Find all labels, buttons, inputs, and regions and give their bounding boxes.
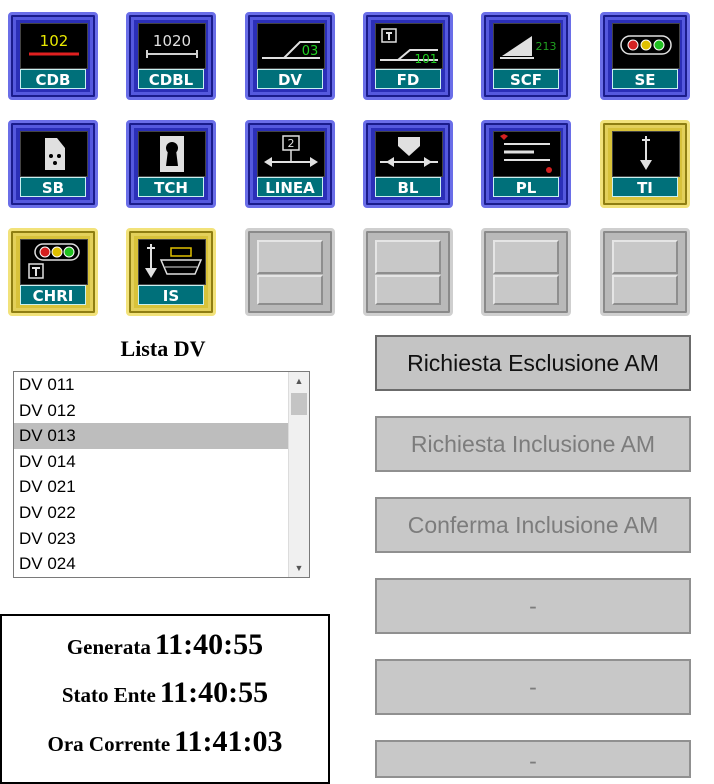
keyhole-icon [138,131,206,177]
tile-ti[interactable]: TI [600,120,690,208]
scroll-thumb[interactable] [291,393,307,415]
list-item[interactable]: DV 014 [14,449,289,475]
tile-label: TCH [138,177,204,197]
track-free-icon: 1020 [138,23,206,69]
svg-text:2: 2 [288,137,295,150]
tile-label: CDBL [138,69,204,89]
track-occupancy-icon: 102 [20,23,88,69]
svg-text:213: 213 [536,40,557,53]
current-time: 11:41:03 [174,725,283,758]
tile-fd[interactable]: 101 FD [363,12,453,100]
switch-icon: 03 [257,23,325,69]
tile-scf[interactable]: 213 SCF [481,12,571,100]
tile-label: PL [493,177,559,197]
tile-is[interactable]: IS [126,228,216,316]
tile-pl[interactable]: PL [481,120,571,208]
empty-tile [363,228,453,316]
current-time-label: Ora Corrente [47,732,171,756]
list-item[interactable]: DV 023 [14,526,289,552]
entity-state-time-row: Stato Ente 11:40:55 [2,676,328,710]
tile-label: CDB [20,69,86,89]
tile-label: SCF [493,69,559,89]
generated-label: Generata [66,635,151,659]
ramp-icon: 213 [493,23,561,69]
block-icon [375,131,443,177]
time-panel: Generata 11:40:55 Stato Ente 11:40:55 Or… [0,614,330,784]
entity-state-time: 11:40:55 [159,676,269,709]
scrollbar[interactable]: ▲ ▼ [288,372,309,577]
list-item[interactable]: DV 012 [14,398,289,424]
empty-tile [245,228,335,316]
signal-lights-icon [612,23,680,69]
generated-time-row: Generata 11:40:55 [2,628,328,662]
svg-text:03: 03 [302,44,319,59]
generated-time: 11:40:55 [154,628,264,661]
placeholder-button[interactable]: - [375,740,691,778]
svg-text:102: 102 [40,32,69,50]
list-item[interactable]: DV 022 [14,500,289,526]
tile-label: SE [612,69,678,89]
empty-tile [481,228,571,316]
tile-linea[interactable]: 2 LINEA [245,120,335,208]
isolation-icon [138,239,206,285]
svg-text:1020: 1020 [153,32,191,50]
scroll-up-arrow-icon[interactable]: ▲ [289,372,309,390]
list-item[interactable]: DV 021 [14,474,289,500]
tile-label: FD [375,69,441,89]
key-signal-icon [20,239,88,285]
track-indicator-icon [612,131,680,177]
placeholder-button[interactable]: - [375,578,691,634]
tile-label: BL [375,177,441,197]
svg-text:101: 101 [415,52,438,66]
tile-se[interactable]: SE [600,12,690,100]
tile-label: IS [138,285,204,305]
entity-state-label: Stato Ente [61,683,156,707]
tile-cdb[interactable]: 102 CDB [8,12,98,100]
richiesta-esclusione-button[interactable]: Richiesta Esclusione AM [375,335,691,391]
empty-tile [600,228,690,316]
list-item[interactable]: DV 024 [14,551,289,577]
list-item[interactable]: DV 011 [14,372,289,398]
tile-label: CHRI [20,285,86,305]
richiesta-inclusione-button[interactable]: Richiesta Inclusione AM [375,416,691,472]
tile-sb[interactable]: SB [8,120,98,208]
tile-cdbl[interactable]: 1020 CDBL [126,12,216,100]
list-title: Lista DV [120,336,206,361]
tile-tch[interactable]: TCH [126,120,216,208]
scroll-down-arrow-icon[interactable]: ▼ [289,559,309,577]
route-icon: 101 [375,23,443,69]
tile-chri[interactable]: CHRI [8,228,98,316]
conferma-inclusione-button[interactable]: Conferma Inclusione AM [375,497,691,553]
tile-label: SB [20,177,86,197]
tile-label: DV [257,69,323,89]
barrier-icon [20,131,88,177]
tile-label: TI [612,177,678,197]
placeholder-button[interactable]: - [375,659,691,715]
list-item-selected[interactable]: DV 013 [14,423,289,449]
line-direction-icon: 2 [257,131,325,177]
current-time-row: Ora Corrente 11:41:03 [2,725,328,759]
tile-bl[interactable]: BL [363,120,453,208]
tile-label: LINEA [257,177,323,197]
dv-listbox[interactable]: DV 011 DV 012 DV 013 DV 014 DV 021 DV 02… [13,371,310,578]
level-crossing-icon [493,131,561,177]
tile-dv[interactable]: 03 DV [245,12,335,100]
